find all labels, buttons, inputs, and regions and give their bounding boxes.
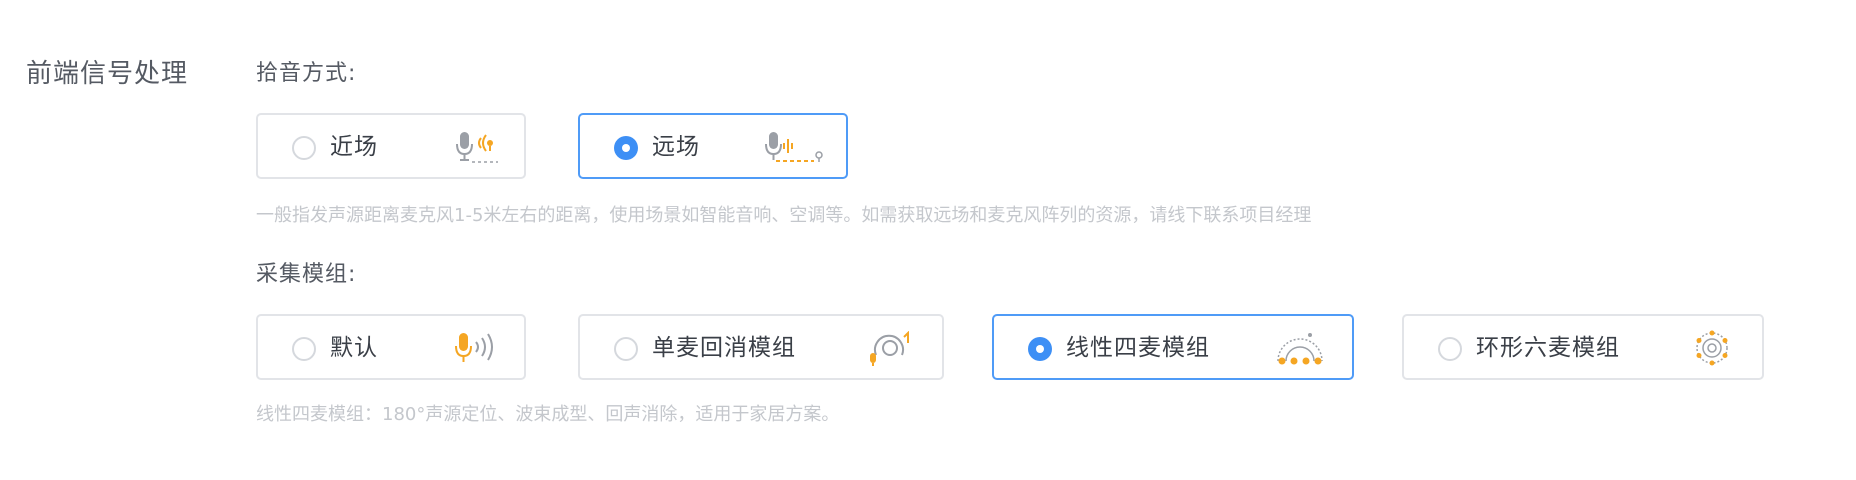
pickup-hint: 一般指发声源距离麦克风1-5米左右的距离，使用场景如智能音响、空调等。如需获取远… xyxy=(256,205,1312,226)
echo-cancel-icon xyxy=(868,330,916,367)
pickup-mode-label: 拾音方式: xyxy=(256,61,357,86)
module-hint: 线性四麦模组：180°声源定位、波束成型、回声消除，适用于家居方案。 xyxy=(256,404,840,425)
radio-linear-four-mic[interactable] xyxy=(1028,337,1052,361)
option-near-field[interactable]: 近场 xyxy=(256,113,526,179)
ring-array-icon xyxy=(1688,330,1736,367)
option-linear-four-mic-label: 线性四麦模组 xyxy=(1066,335,1210,361)
radio-ring-six-mic[interactable] xyxy=(1438,337,1462,361)
far-field-mic-icon xyxy=(764,130,823,166)
option-linear-four-mic[interactable]: 线性四麦模组 xyxy=(992,314,1354,380)
capture-module-label: 采集模组: xyxy=(256,262,357,287)
radio-far-field[interactable] xyxy=(614,136,638,160)
option-near-field-label: 近场 xyxy=(330,134,378,160)
radio-near-field[interactable] xyxy=(292,136,316,160)
signal-processing-panel: 前端信号处理 拾音方式: 近场 远场 一般指发声源距离麦克风1-5米左右的距离，… xyxy=(0,0,1856,480)
radio-default-module[interactable] xyxy=(292,337,316,361)
near-field-mic-icon xyxy=(454,130,502,166)
radio-single-mic-aec[interactable] xyxy=(614,337,638,361)
option-ring-six-mic[interactable]: 环形六麦模组 xyxy=(1402,314,1764,380)
option-ring-six-mic-label: 环形六麦模组 xyxy=(1476,335,1620,361)
option-default-module[interactable]: 默认 xyxy=(256,314,526,380)
option-single-mic-aec[interactable]: 单麦回消模组 xyxy=(578,314,944,380)
linear-array-icon xyxy=(1274,331,1323,367)
option-far-field-label: 远场 xyxy=(652,134,700,160)
option-far-field[interactable]: 远场 xyxy=(578,113,848,179)
section-title: 前端信号处理 xyxy=(26,59,189,89)
option-single-mic-aec-label: 单麦回消模组 xyxy=(652,335,796,361)
option-default-module-label: 默认 xyxy=(330,335,378,361)
mic-sound-icon xyxy=(452,331,500,367)
